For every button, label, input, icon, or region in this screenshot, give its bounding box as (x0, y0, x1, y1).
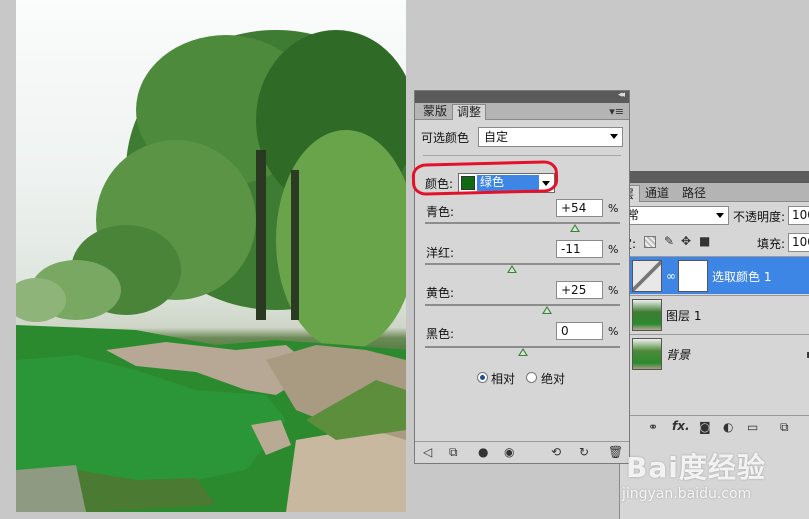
watermark-brand: Bai度经验 (626, 451, 766, 484)
visibility-eye-icon[interactable]: ◉ (504, 445, 514, 459)
lock-transparent-icon[interactable] (644, 236, 656, 248)
slider-track[interactable] (425, 263, 620, 265)
slider-thumb[interactable] (506, 265, 517, 273)
value-input[interactable]: +25 (556, 281, 603, 299)
slider-track[interactable] (425, 222, 620, 224)
percent-unit: % (608, 325, 619, 338)
radio-relative[interactable] (477, 372, 488, 383)
lock-icon[interactable]: ■ (699, 234, 710, 248)
value-input[interactable]: +54 (556, 199, 603, 217)
preset-value: 自定 (484, 130, 509, 144)
adjustments-panel-header: ◂◂ (415, 90, 629, 103)
fx-icon[interactable]: fx. (672, 419, 690, 433)
opacity-input[interactable]: 100 (788, 206, 809, 225)
slider-label: 洋红: (426, 246, 455, 260)
panel-menu-icon[interactable]: ▾≡ (609, 105, 624, 118)
layers-bottom-toolbar: ⚭ fx. ◙ ◐ ▭ ⧉ (620, 415, 809, 439)
watermark-url: jingyan.baidu.com (622, 486, 752, 502)
slider-thumb[interactable] (517, 348, 528, 356)
tab-masks[interactable]: 蒙版 (419, 104, 451, 120)
percent-unit: % (608, 202, 619, 215)
chevron-down-icon (716, 213, 724, 218)
percent-unit: % (608, 284, 619, 297)
percent-unit: % (608, 243, 619, 256)
layers-panel-header (620, 171, 809, 183)
layers-tabs: 层 通道 路径 (616, 183, 809, 202)
layer-name: 图层 1 (666, 309, 702, 323)
new-layer-icon[interactable]: ⧉ (780, 420, 789, 434)
preset-label: 可选颜色 (421, 131, 470, 145)
adjustment-thumbnail (632, 260, 662, 292)
layer-row-selective-color[interactable]: ∞ 选取颜色 1 (630, 256, 809, 294)
slider-thumb[interactable] (570, 224, 581, 232)
layer-name: 选取颜色 1 (712, 270, 772, 284)
adjustment-icon[interactable]: ◐ (723, 420, 733, 434)
mask-icon[interactable]: ◙ (699, 420, 711, 434)
value-input[interactable]: -11 (556, 240, 603, 258)
preset-select[interactable]: 自定 (478, 127, 623, 147)
radio-relative-label: 相对 (491, 372, 516, 386)
divider (423, 155, 621, 156)
photo-canvas (16, 0, 406, 512)
back-arrow-icon[interactable]: ◁ (423, 445, 432, 459)
collapse-icon[interactable]: ◂◂ (618, 90, 625, 100)
tab-paths[interactable]: 路径 (677, 185, 711, 202)
brush-icon[interactable]: ✎ (664, 234, 674, 248)
value-input[interactable]: 0 (556, 322, 603, 340)
clip-to-layer-icon[interactable]: ● (478, 445, 488, 459)
link-icon[interactable]: ⚭ (648, 420, 658, 434)
opacity-label: 不透明度: (733, 210, 786, 224)
slider-label: 黑色: (426, 327, 455, 341)
layer-thumbnail (632, 338, 662, 370)
folder-icon[interactable]: ▭ (747, 420, 758, 434)
slider-thumb[interactable] (541, 306, 552, 314)
move-icon[interactable]: ✥ (681, 234, 691, 248)
chevron-down-icon (610, 134, 618, 139)
radio-absolute-label: 绝对 (541, 372, 566, 386)
expand-view-icon[interactable]: ⧉ (449, 445, 458, 459)
adjustments-panel: ◂◂ 蒙版 调整 ▾≡ 可选颜色 自定 颜色: 绿色 青色: +54 % 洋红:… (414, 90, 630, 464)
tab-adjustments[interactable]: 调整 (452, 104, 487, 120)
layer-row-background[interactable]: 背景 ▪ (630, 334, 809, 375)
radio-absolute[interactable] (526, 372, 537, 383)
watermark: Bai度经验 jingyan.baidu.com (620, 446, 800, 516)
adjustments-tabs: 蒙版 调整 ▾≡ (415, 103, 629, 120)
layer-name: 背景 (666, 348, 691, 362)
slider-label: 青色: (426, 205, 455, 219)
highlight-annotation (411, 160, 559, 196)
slider-label: 黄色: (426, 286, 455, 300)
chain-link-icon: ∞ (666, 269, 676, 283)
layer-row-layer1[interactable]: 图层 1 (630, 295, 809, 333)
slider-track[interactable] (425, 304, 620, 306)
fill-label: 填充: (757, 237, 786, 251)
reset-icon[interactable]: ↻ (579, 445, 589, 459)
mask-thumbnail (678, 260, 708, 292)
layer-thumbnail (632, 299, 662, 331)
view-previous-icon[interactable]: ⟲ (551, 445, 561, 459)
fill-input[interactable]: 100 (788, 233, 809, 252)
blend-mode-select[interactable]: 常 (620, 206, 729, 225)
adjustments-bottom-toolbar: ◁ ⧉ ● ◉ ⟲ ↻ 🗑 (415, 441, 629, 463)
tab-channels[interactable]: 通道 (640, 185, 674, 202)
